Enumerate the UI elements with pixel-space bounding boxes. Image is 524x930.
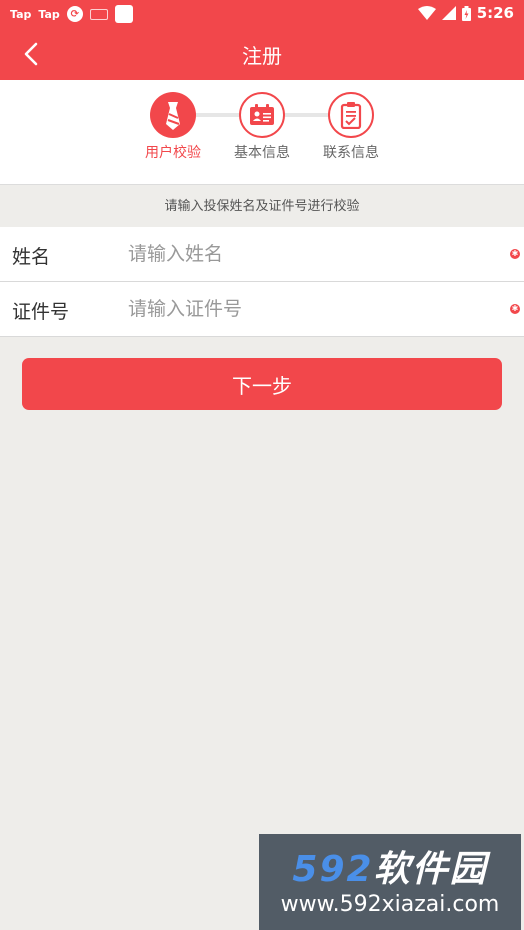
verification-hint: 请输入投保姓名及证件号进行校验 xyxy=(164,199,360,214)
site-watermark: 592软件园 www.592xiazai.com xyxy=(259,834,521,930)
taptap-notification-icon: Tap xyxy=(10,7,32,21)
battery-icon xyxy=(461,5,471,21)
status-bar-notifications: Tap Tap ⟳ xyxy=(10,5,133,23)
id-number-input[interactable] xyxy=(128,292,488,326)
step-circle xyxy=(239,92,285,138)
wifi-icon xyxy=(417,6,436,20)
step-user-verification: 用户校验 xyxy=(133,92,213,162)
title-bar: 注册 xyxy=(0,28,524,80)
name-row: 姓名 ✱ xyxy=(0,227,524,282)
id-card-icon xyxy=(250,104,274,125)
step-label: 用户校验 xyxy=(145,145,201,161)
clock: 5:26 xyxy=(476,4,514,22)
status-bar-system: 5:26 xyxy=(417,4,514,22)
step-label: 基本信息 xyxy=(234,145,290,161)
watermark-logo-number: 592 xyxy=(292,849,374,890)
sync-icon: ⟳ xyxy=(66,6,83,22)
app-notification-icon xyxy=(114,5,133,23)
tie-icon xyxy=(166,102,180,130)
keyboard-icon xyxy=(89,8,108,20)
clipboard-icon xyxy=(340,102,362,129)
step-contact-info: 联系信息 xyxy=(311,92,391,162)
required-icon: ✱ xyxy=(510,304,520,314)
watermark-url: www.592xiazai.com xyxy=(280,892,500,917)
name-label: 姓名 xyxy=(12,246,51,268)
signal-icon xyxy=(441,6,456,20)
step-label: 联系信息 xyxy=(323,145,379,161)
registration-steps: 用户校验 基本信息 联系信息 xyxy=(0,80,524,185)
step-circle xyxy=(150,92,196,138)
page-title: 注册 xyxy=(242,44,282,68)
taptap-notification-icon-2: Tap xyxy=(38,7,60,21)
verification-form: 姓名 ✱ 证件号 ✱ xyxy=(0,227,524,337)
status-bar: Tap Tap ⟳ 5:26 xyxy=(0,0,524,28)
required-icon: ✱ xyxy=(510,249,520,259)
id-number-label: 证件号 xyxy=(12,301,70,323)
id-number-row: 证件号 ✱ xyxy=(0,282,524,337)
watermark-logo: 592软件园 xyxy=(267,840,513,892)
next-step-button[interactable]: 下一步 xyxy=(22,358,502,410)
watermark-logo-text: 软件园 xyxy=(373,849,488,890)
step-basic-info: 基本信息 xyxy=(222,92,302,162)
step-circle xyxy=(328,92,374,138)
name-input[interactable] xyxy=(128,237,488,271)
